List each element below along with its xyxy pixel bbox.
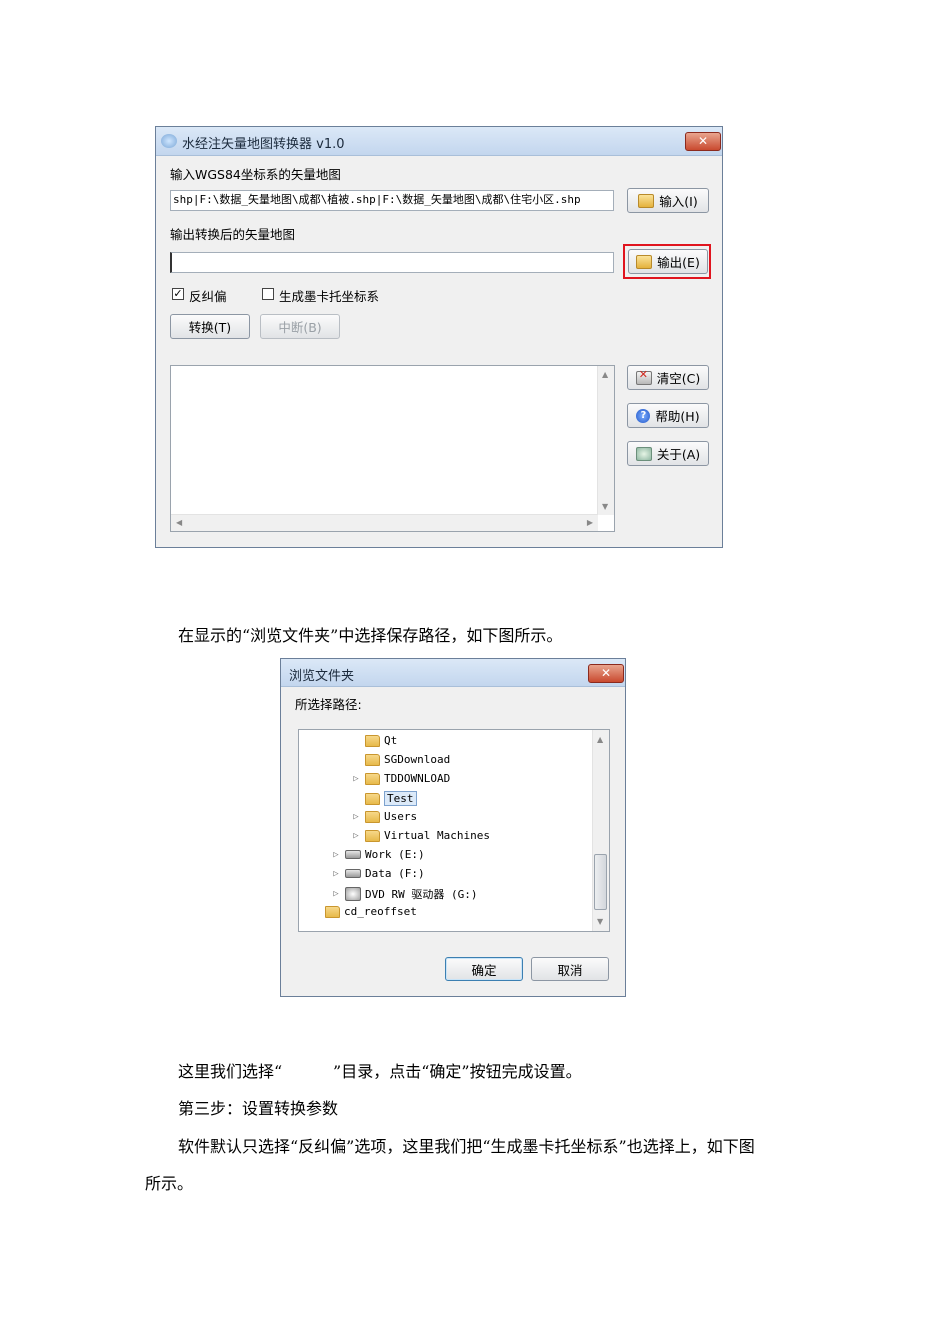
folder-tree-scrollbar[interactable]: ▲ ▼ bbox=[592, 730, 609, 931]
tree-item-label: Data (F:) bbox=[365, 867, 425, 880]
input-button[interactable]: 输入(I) bbox=[627, 188, 709, 213]
mercator-checkbox[interactable] bbox=[262, 288, 274, 300]
log-horizontal-scrollbar[interactable]: ◀ ▶ bbox=[171, 514, 598, 531]
paragraph-step-three: 第三步：设置转换参数 bbox=[178, 1099, 339, 1118]
folder-icon bbox=[325, 905, 340, 918]
output-button[interactable]: 输出(E) bbox=[628, 249, 708, 274]
tree-item[interactable]: ▷ Virtual Machines bbox=[351, 829, 490, 842]
tree-item-label: Test bbox=[384, 791, 417, 806]
input-button-label: 输入(I) bbox=[659, 194, 698, 209]
paragraph-default-options: 软件默认只选择“反纠偏”选项，这里我们把“生成墨卡托坐标系”也选择上，如下图 bbox=[178, 1137, 755, 1156]
tree-item[interactable]: cd_reoffset bbox=[311, 905, 417, 918]
tree-item[interactable]: ▷ Users bbox=[351, 810, 417, 823]
tree-item[interactable]: Qt bbox=[351, 734, 397, 747]
scroll-up-icon[interactable]: ▲ bbox=[602, 370, 608, 379]
open-folder-icon bbox=[638, 193, 655, 208]
correct-offset-label: 反纠偏 bbox=[189, 289, 227, 304]
drive-icon bbox=[345, 850, 361, 859]
paragraph-default-options-end: 所示。 bbox=[145, 1174, 194, 1193]
tree-item[interactable]: ▷ Work (E:) bbox=[331, 848, 425, 861]
scroll-left-icon[interactable]: ◀ bbox=[176, 518, 182, 527]
converter-titlebar: 水经注矢量地图转换器 v1.0 ✕ bbox=[156, 127, 722, 156]
tree-item-label: DVD RW 驱动器 (G:) bbox=[365, 888, 478, 901]
dvd-drive-icon bbox=[345, 887, 361, 901]
input-map-label: 输入WGS84坐标系的矢量地图 bbox=[170, 167, 341, 182]
tree-expander-icon[interactable]: ▷ bbox=[351, 831, 361, 841]
paragraph-browse-intro: 在显示的“浏览文件夹”中选择保存路径，如下图所示。 bbox=[178, 626, 563, 645]
browse-title: 浏览文件夹 bbox=[289, 669, 355, 684]
folder-icon bbox=[365, 753, 380, 766]
tree-scroll-up-icon[interactable]: ▲ bbox=[597, 735, 603, 744]
folder-icon bbox=[365, 792, 380, 805]
tree-item-label: Virtual Machines bbox=[384, 829, 490, 842]
app-icon bbox=[161, 134, 177, 148]
tree-item-label: Work (E:) bbox=[365, 848, 425, 861]
log-output-box[interactable]: ▲ ▼ ◀ ▶ bbox=[170, 365, 615, 532]
help-icon: ? bbox=[636, 408, 651, 423]
correct-offset-checkbox[interactable]: ✓ bbox=[172, 288, 184, 300]
log-vertical-scrollbar[interactable]: ▲ ▼ bbox=[597, 366, 614, 515]
tree-expander-icon[interactable]: ▷ bbox=[331, 850, 341, 860]
tree-expander-icon[interactable]: ▷ bbox=[351, 812, 361, 822]
converter-window: 水经注矢量地图转换器 v1.0 ✕ 输入WGS84坐标系的矢量地图 shp|F:… bbox=[155, 126, 723, 548]
tree-item[interactable]: SGDownload bbox=[351, 753, 450, 766]
tree-item[interactable]: ▷ Data (F:) bbox=[331, 867, 425, 880]
help-button-label: 帮助(H) bbox=[655, 409, 700, 424]
clear-icon: ✕ bbox=[635, 368, 652, 385]
folder-icon bbox=[365, 829, 380, 842]
paragraph-select-dir: 这里我们选择“ ”目录，点击“确定”按钮完成设置。 bbox=[178, 1062, 582, 1081]
browse-prompt: 所选择路径: bbox=[295, 697, 362, 712]
about-button[interactable]: 关于(A) bbox=[627, 441, 709, 466]
scroll-down-icon[interactable]: ▼ bbox=[602, 502, 608, 511]
open-folder-icon bbox=[636, 254, 653, 269]
output-map-field[interactable] bbox=[170, 252, 614, 273]
tree-expander-icon[interactable]: ▷ bbox=[331, 869, 341, 879]
browse-folder-dialog: 浏览文件夹 ✕ 所选择路径: ▲ ▼ Qt SGDownload ▷ TDDOW… bbox=[280, 658, 626, 997]
convert-button[interactable]: 转换(T) bbox=[170, 314, 250, 339]
about-icon bbox=[635, 446, 652, 461]
tree-item-selected[interactable]: Test bbox=[351, 791, 417, 806]
ok-button[interactable]: 确定 bbox=[445, 957, 523, 981]
folder-icon bbox=[365, 772, 380, 785]
folder-icon bbox=[365, 734, 380, 747]
tree-item-label: SGDownload bbox=[384, 753, 451, 766]
converter-close-button[interactable]: ✕ bbox=[685, 132, 721, 151]
clear-button-label: 清空(C) bbox=[656, 371, 701, 386]
input-map-field[interactable]: shp|F:\数据_矢量地图\成都\植被.shp|F:\数据_矢量地图\成都\住… bbox=[170, 190, 614, 211]
tree-item-label: Qt bbox=[384, 734, 398, 747]
converter-title: 水经注矢量地图转换器 v1.0 bbox=[182, 137, 345, 152]
tree-item[interactable]: ▷ TDDOWNLOAD bbox=[351, 772, 450, 785]
tree-expander-icon[interactable]: ▷ bbox=[351, 774, 361, 784]
folder-icon bbox=[365, 810, 380, 823]
tree-item[interactable]: ▷ DVD RW 驱动器 (G:) bbox=[331, 886, 477, 902]
scroll-right-icon[interactable]: ▶ bbox=[587, 518, 593, 527]
about-button-label: 关于(A) bbox=[656, 447, 701, 462]
browse-titlebar: 浏览文件夹 ✕ bbox=[281, 659, 625, 687]
cancel-button[interactable]: 取消 bbox=[531, 957, 609, 981]
mercator-label: 生成墨卡托坐标系 bbox=[279, 289, 380, 304]
output-button-label: 输出(E) bbox=[657, 255, 700, 270]
clear-button[interactable]: ✕ 清空(C) bbox=[627, 365, 709, 390]
abort-button[interactable]: 中断(B) bbox=[260, 314, 340, 339]
tree-item-label: TDDOWNLOAD bbox=[384, 772, 451, 785]
drive-icon bbox=[345, 869, 361, 878]
tree-item-label: Users bbox=[384, 810, 418, 823]
tree-item-label: cd_reoffset bbox=[344, 905, 417, 918]
folder-tree[interactable]: ▲ ▼ Qt SGDownload ▷ TDDOWNLOAD Test ▷ Us… bbox=[298, 729, 610, 932]
output-map-label: 输出转换后的矢量地图 bbox=[170, 227, 296, 242]
tree-scroll-down-icon[interactable]: ▼ bbox=[597, 917, 603, 926]
help-button[interactable]: ? 帮助(H) bbox=[627, 403, 709, 428]
tree-scroll-thumb[interactable] bbox=[594, 854, 607, 910]
tree-expander-icon[interactable]: ▷ bbox=[331, 889, 341, 899]
browse-close-button[interactable]: ✕ bbox=[588, 664, 624, 683]
